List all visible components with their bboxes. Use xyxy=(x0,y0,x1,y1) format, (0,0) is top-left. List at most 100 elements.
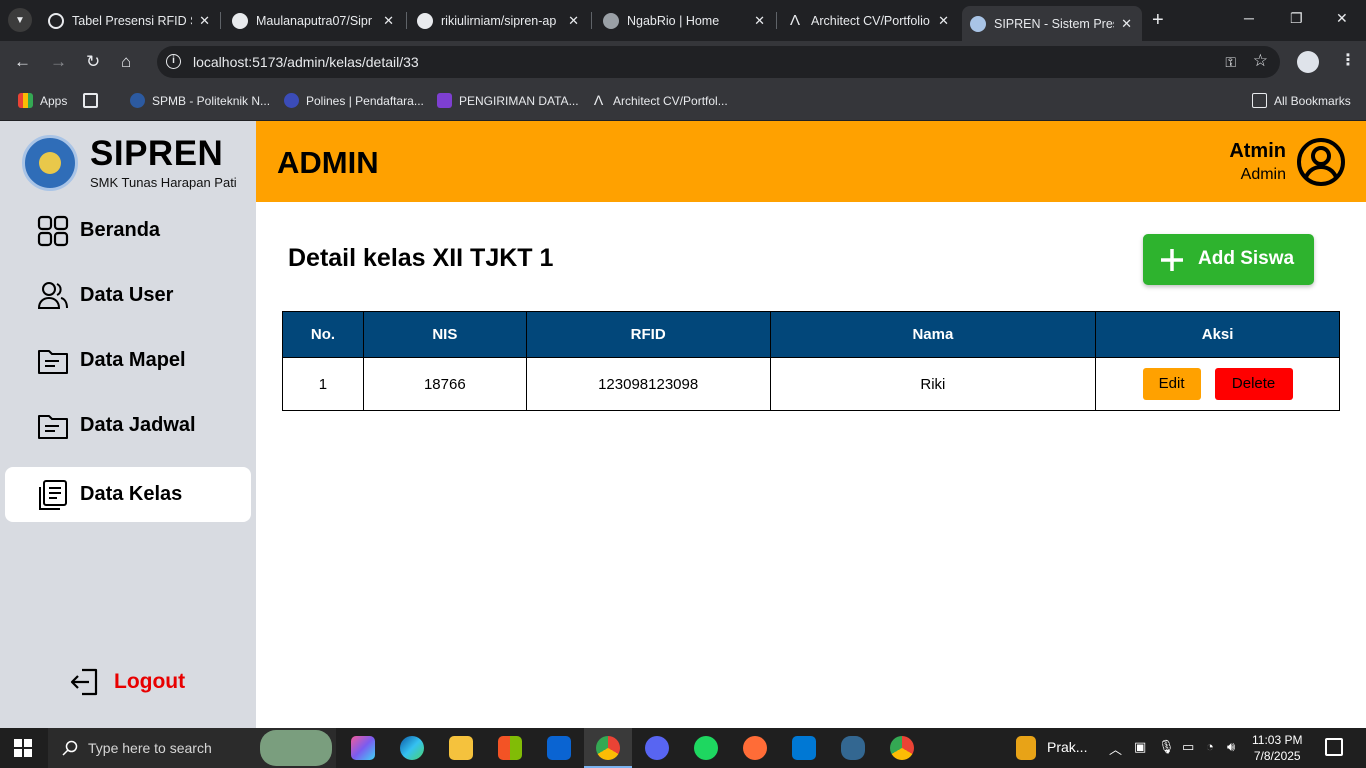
school-logo xyxy=(22,135,78,191)
logout-label: Logout xyxy=(114,670,186,693)
notification-center-icon[interactable] xyxy=(1325,738,1343,756)
browser-tab[interactable]: rikiulirniam/sipren-ap ✕ xyxy=(409,6,589,35)
new-tab-button[interactable]: + xyxy=(1152,10,1164,30)
column-header-aksi: Aksi xyxy=(1095,311,1340,358)
tab-label: SIPREN - Sistem Prese xyxy=(994,16,1114,31)
sidebar-item-label: Data Kelas xyxy=(80,483,183,505)
tab-label: Maulanaputra07/Sipr xyxy=(256,13,373,28)
all-bookmarks-label: All Bookmarks xyxy=(1274,93,1351,108)
tab-close-icon[interactable]: ✕ xyxy=(1121,16,1132,32)
all-bookmarks[interactable]: All Bookmarks xyxy=(1252,93,1351,108)
delete-button[interactable]: Delete xyxy=(1214,368,1293,400)
tab-close-icon[interactable]: ✕ xyxy=(938,13,949,29)
close-window-button[interactable]: ✕ xyxy=(1336,10,1348,27)
vscode-icon[interactable] xyxy=(792,736,816,760)
column-header-rfid: RFID xyxy=(525,311,771,358)
file-explorer-icon[interactable] xyxy=(449,736,473,760)
browser-tab[interactable]: Tabel Presensi RFID Si ✕ xyxy=(40,6,220,35)
spotify-icon[interactable] xyxy=(694,736,718,760)
password-key-icon[interactable]: ⚿ xyxy=(1225,54,1236,71)
cell-no: 1 xyxy=(282,357,364,411)
brand-subtitle: SMK Tunas Harapan Pati xyxy=(90,175,237,190)
browser-tab[interactable]: Λ Architect CV/Portfolio ✕ xyxy=(779,6,959,35)
taskbar-search-box[interactable]: Type here to search xyxy=(48,728,336,768)
globe-icon xyxy=(603,12,619,29)
chrome-icon[interactable] xyxy=(596,736,620,760)
page-title: Detail kelas XII TJKT 1 xyxy=(288,244,554,272)
wifi-icon[interactable]: ◔ xyxy=(1206,739,1214,754)
sidebar-item-data-mapel[interactable]: Data Mapel xyxy=(5,333,251,388)
search-placeholder: Type here to search xyxy=(88,740,212,756)
column-header-nama: Nama xyxy=(769,311,1097,358)
url-text: localhost:5173/admin/kelas/detail/33 xyxy=(193,54,419,70)
browser-tab-bar: ▼ Tabel Presensi RFID Si ✕ Maulanaputra0… xyxy=(0,0,1366,41)
bookmark-star-icon[interactable]: ☆ xyxy=(1253,51,1268,71)
add-siswa-label: Add Siswa xyxy=(1198,248,1295,269)
bookmark-label: PENGIRIMAN DATA... xyxy=(459,93,579,108)
meet-now-icon[interactable]: ▣ xyxy=(1134,739,1146,755)
bookmark-item[interactable]: Λ Architect CV/Portfol... xyxy=(591,93,728,108)
weather-widget-icon[interactable] xyxy=(1016,736,1036,760)
home-icon[interactable]: ⌂ xyxy=(121,52,131,72)
chrome-profile-icon[interactable] xyxy=(890,736,914,760)
minimize-button[interactable]: ─ xyxy=(1244,10,1254,26)
sidebar-item-beranda[interactable]: Beranda xyxy=(5,203,251,258)
document-icon xyxy=(39,479,67,510)
bookmark-item[interactable]: PENGIRIMAN DATA... xyxy=(437,93,579,108)
bookmark-apps[interactable]: Apps xyxy=(18,93,67,108)
outlook-icon[interactable] xyxy=(547,736,571,760)
site-info-icon[interactable]: i xyxy=(166,54,181,69)
tab-close-icon[interactable]: ✕ xyxy=(199,13,210,29)
browser-tab[interactable]: Maulanaputra07/Sipr ✕ xyxy=(224,6,404,35)
tab-label: NgabRio | Home xyxy=(627,13,720,28)
sidebar: SIPREN SMK Tunas Harapan Pati Beranda Da… xyxy=(0,121,256,728)
tab-close-icon[interactable]: ✕ xyxy=(568,13,579,29)
tab-close-icon[interactable]: ✕ xyxy=(754,13,765,29)
edit-button[interactable]: Edit xyxy=(1142,368,1201,400)
back-arrow-icon[interactable]: ← xyxy=(14,52,31,72)
postman-icon[interactable] xyxy=(743,736,767,760)
battery-icon[interactable]: ▭ xyxy=(1182,739,1194,755)
add-siswa-button[interactable]: Add Siswa xyxy=(1143,234,1314,285)
tab-search-button[interactable]: ▼ xyxy=(8,8,32,32)
sidebar-item-data-kelas[interactable]: Data Kelas xyxy=(5,467,251,522)
tab-groups-icon[interactable] xyxy=(83,93,98,108)
github-icon xyxy=(417,12,433,29)
cell-nis: 18766 xyxy=(362,357,527,411)
folder-icon xyxy=(1252,93,1267,108)
siswa-table: No. NIS RFID Nama Aksi 1 18766 123098123… xyxy=(282,311,1340,411)
browser-tab-active[interactable]: SIPREN - Sistem Prese ✕ xyxy=(962,6,1142,41)
tray-app-label[interactable]: Prak... xyxy=(1047,739,1087,755)
edge-icon[interactable] xyxy=(400,736,424,760)
microphone-icon[interactable]: 🎙︎ xyxy=(1158,739,1175,755)
volume-icon[interactable]: 🔊︎ xyxy=(1227,739,1235,755)
copilot-icon[interactable] xyxy=(351,736,375,760)
search-highlight-image xyxy=(260,730,332,766)
postgresql-icon[interactable] xyxy=(841,736,865,760)
profile-avatar[interactable] xyxy=(1297,51,1319,73)
bookmark-item[interactable]: SPMB - Politeknik N... xyxy=(130,93,270,108)
forward-arrow-icon[interactable]: → xyxy=(50,52,67,72)
sidebar-item-data-user[interactable]: Data User xyxy=(5,268,251,323)
logout-button[interactable]: Logout xyxy=(70,667,185,697)
user-avatar-icon[interactable] xyxy=(1296,137,1346,187)
sidebar-item-data-jadwal[interactable]: Data Jadwal xyxy=(5,398,251,453)
reload-icon[interactable]: ↻ xyxy=(86,52,100,72)
folder-icon xyxy=(38,414,68,439)
chevron-up-icon[interactable]: ︿ xyxy=(1109,739,1122,758)
browser-tab[interactable]: NgabRio | Home ✕ xyxy=(595,6,775,35)
restore-button[interactable]: ❐ xyxy=(1290,10,1303,27)
browser-menu-icon[interactable]: ⋮ xyxy=(1340,50,1356,70)
clock-time: 11:03 PM xyxy=(1252,733,1303,747)
windows-start-icon[interactable] xyxy=(14,739,32,757)
store-icon[interactable] xyxy=(498,736,522,760)
user-role: Admin xyxy=(1240,166,1286,183)
tab-label: Tabel Presensi RFID Si xyxy=(72,13,192,28)
folder-icon xyxy=(38,349,68,374)
discord-icon[interactable] xyxy=(645,736,669,760)
bookmark-item[interactable]: Polines | Pendaftara... xyxy=(284,93,424,108)
system-clock[interactable]: 11:03 PM 7/8/2025 xyxy=(1252,732,1302,764)
address-bar[interactable]: i localhost:5173/admin/kelas/detail/33 ⚿… xyxy=(157,46,1280,78)
tab-close-icon[interactable]: ✕ xyxy=(383,13,394,29)
top-header: ADMIN Atmin Admin xyxy=(256,121,1366,202)
